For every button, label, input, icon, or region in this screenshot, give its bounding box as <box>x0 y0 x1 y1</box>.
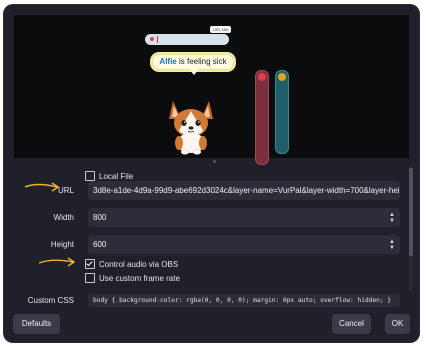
status-speech-bubble: Alfie is feeling sick <box>152 54 234 70</box>
control-audio-checkbox[interactable] <box>85 259 95 269</box>
custom-css-label: Custom CSS <box>27 296 74 305</box>
local-file-checkbox[interactable] <box>85 171 95 181</box>
arrow-right-icon <box>24 182 60 192</box>
preview-url-bar <box>145 34 229 45</box>
custom-frame-rate-checkbox[interactable] <box>85 273 95 283</box>
chevron-up-down-icon[interactable]: ▲ ▼ <box>388 211 396 224</box>
splitter-handle[interactable] <box>213 160 216 163</box>
chevron-up-down-icon[interactable]: ▲ ▼ <box>388 238 396 251</box>
control-audio-label: Control audio via OBS <box>99 259 179 269</box>
url-input[interactable]: 3d8e-a1de-4d9a-99d9-abe692d3024c&layer-n… <box>88 181 400 200</box>
meter-indicator-icon <box>258 73 266 81</box>
width-label: Width <box>53 213 74 222</box>
pet-status: is feeling sick <box>176 57 227 66</box>
browser-source-properties-dialog: URL Idle Alfie is feeling sick Local Fil… <box>4 5 419 342</box>
scrollbar-thumb[interactable] <box>409 168 413 256</box>
arrow-right-icon <box>38 257 76 267</box>
url-label: URL <box>57 186 74 195</box>
custom-frame-rate-label: Use custom frame rate <box>99 273 180 283</box>
audio-meter-left <box>255 70 269 165</box>
local-file-label: Local File <box>99 171 134 181</box>
record-dot-icon <box>150 37 154 41</box>
height-value: 600 <box>93 240 107 249</box>
local-file-row[interactable]: Local File <box>85 171 133 181</box>
ok-button[interactable]: OK <box>385 314 410 334</box>
dialog-footer: Defaults Cancel OK <box>4 310 419 342</box>
custom-css-textarea[interactable]: body { background-color: rgba(0, 0, 0, 0… <box>88 294 400 307</box>
cancel-button[interactable]: Cancel <box>332 314 371 334</box>
defaults-button[interactable]: Defaults <box>13 314 60 334</box>
pet-name: Alfie <box>159 57 177 66</box>
custom-frame-rate-row[interactable]: Use custom frame rate <box>85 273 180 283</box>
corgi-pet-icon <box>169 101 213 155</box>
width-spinbox[interactable]: 800 ▲ ▼ <box>88 208 400 227</box>
width-value: 800 <box>93 213 107 222</box>
speech-bubble-tail <box>189 69 199 75</box>
properties-scrollbar[interactable] <box>409 165 413 290</box>
source-preview: URL Idle Alfie is feeling sick <box>14 15 409 165</box>
control-audio-row[interactable]: Control audio via OBS <box>85 259 178 269</box>
height-label: Height <box>50 240 74 249</box>
preview-tooltip: URL Idle <box>210 26 232 33</box>
audio-meter-right <box>275 70 289 154</box>
meter-indicator-icon <box>278 73 286 81</box>
height-spinbox[interactable]: 600 ▲ ▼ <box>88 235 400 254</box>
text-cursor-icon <box>157 36 158 43</box>
